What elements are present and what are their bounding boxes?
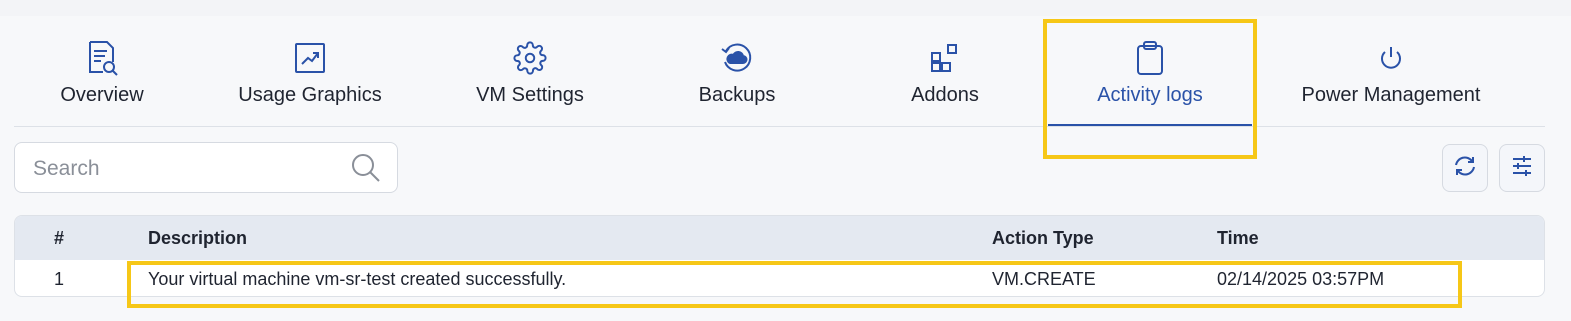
tab-label: Addons: [911, 84, 979, 106]
gear-icon: [513, 40, 547, 76]
tab-activity-logs[interactable]: Activity logs: [1048, 20, 1252, 126]
top-band: [0, 0, 1571, 16]
tab-vm-settings[interactable]: VM Settings: [462, 20, 598, 126]
activity-log-table: # Description Action Type Time 1 Your vi…: [14, 215, 1545, 297]
search-input[interactable]: [31, 143, 355, 194]
tab-label: Usage Graphics: [238, 84, 382, 106]
header-action-type[interactable]: Action Type: [992, 228, 1094, 249]
document-search-icon: [85, 40, 119, 76]
tab-addons[interactable]: Addons: [898, 20, 992, 126]
search-box: [14, 142, 398, 194]
tab-bar: Overview Usage Graphics VM Settings Back…: [14, 20, 1545, 127]
row-description: Your virtual machine vm-sr-test created …: [148, 269, 567, 289]
cloud-backup-icon: [720, 40, 754, 76]
search-icon[interactable]: [351, 153, 381, 188]
filter-button[interactable]: [1499, 144, 1545, 192]
tab-overview[interactable]: Overview: [34, 20, 170, 126]
power-icon: [1378, 40, 1404, 76]
row-time: 02/14/2025 03:57PM: [1217, 269, 1385, 289]
sliders-icon: [1510, 154, 1534, 183]
header-description[interactable]: Description: [148, 228, 247, 249]
tab-label: VM Settings: [476, 84, 584, 106]
addons-grid-icon: [929, 40, 961, 76]
tab-usage-graphics[interactable]: Usage Graphics: [224, 20, 396, 126]
tab-label: Power Management: [1301, 84, 1481, 106]
tab-label: Overview: [60, 84, 144, 106]
chart-trend-icon: [294, 40, 326, 76]
refresh-icon: [1452, 154, 1478, 183]
tab-label: Backups: [698, 84, 776, 106]
table-header: # Description Action Type Time: [15, 216, 1544, 260]
clipboard-icon: [1135, 40, 1165, 76]
tab-power-management[interactable]: Power Management: [1292, 20, 1490, 126]
header-index[interactable]: #: [54, 228, 64, 249]
table-row: 1 Your virtual machine vm-sr-test create…: [15, 260, 1544, 296]
header-time[interactable]: Time: [1217, 228, 1259, 249]
tab-label: Activity logs: [1097, 84, 1203, 106]
refresh-button[interactable]: [1442, 144, 1488, 192]
row-action-type: VM.CREATE: [992, 269, 1096, 289]
tab-backups[interactable]: Backups: [686, 20, 788, 126]
row-index: 1: [54, 269, 65, 289]
